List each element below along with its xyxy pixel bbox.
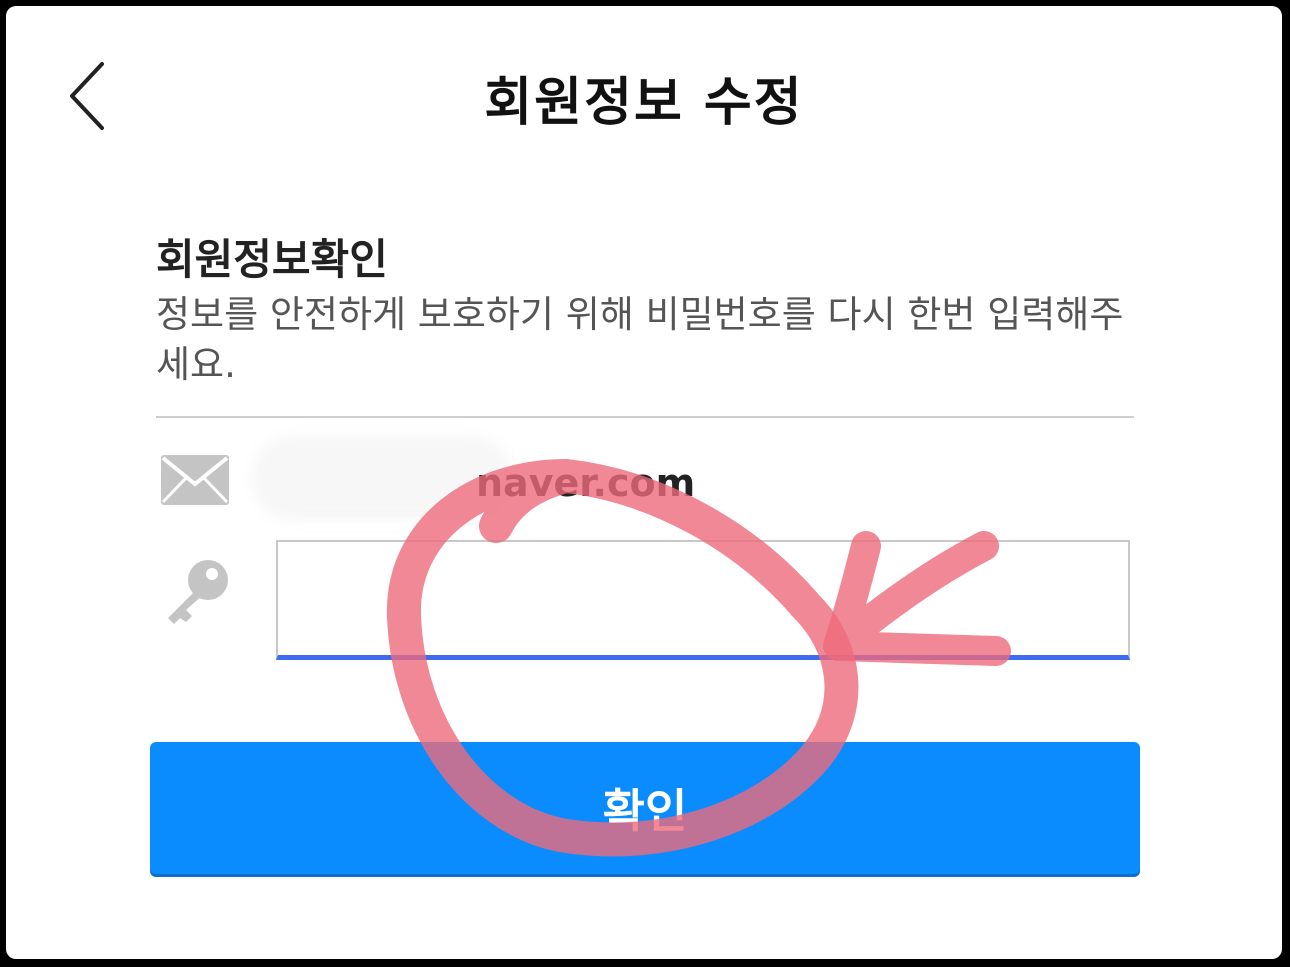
confirm-button[interactable]: 확인 — [150, 742, 1140, 874]
section-description: 정보를 안전하게 보호하기 위해 비밀번호를 다시 한번 입력해주세요. — [156, 293, 1124, 386]
email-value: naver.com — [476, 461, 696, 505]
password-input[interactable] — [276, 540, 1130, 660]
key-icon — [160, 556, 232, 628]
email-redacted-area — [252, 436, 512, 520]
envelope-icon — [160, 454, 230, 506]
section-title: 회원정보확인 — [156, 235, 388, 284]
page-title: 회원정보 수정 — [484, 73, 804, 133]
app-screen: 회원정보 수정 회원정보확인 정보를 안전하게 보호하기 위해 비밀번호를 다시… — [6, 6, 1282, 959]
divider — [156, 416, 1134, 418]
